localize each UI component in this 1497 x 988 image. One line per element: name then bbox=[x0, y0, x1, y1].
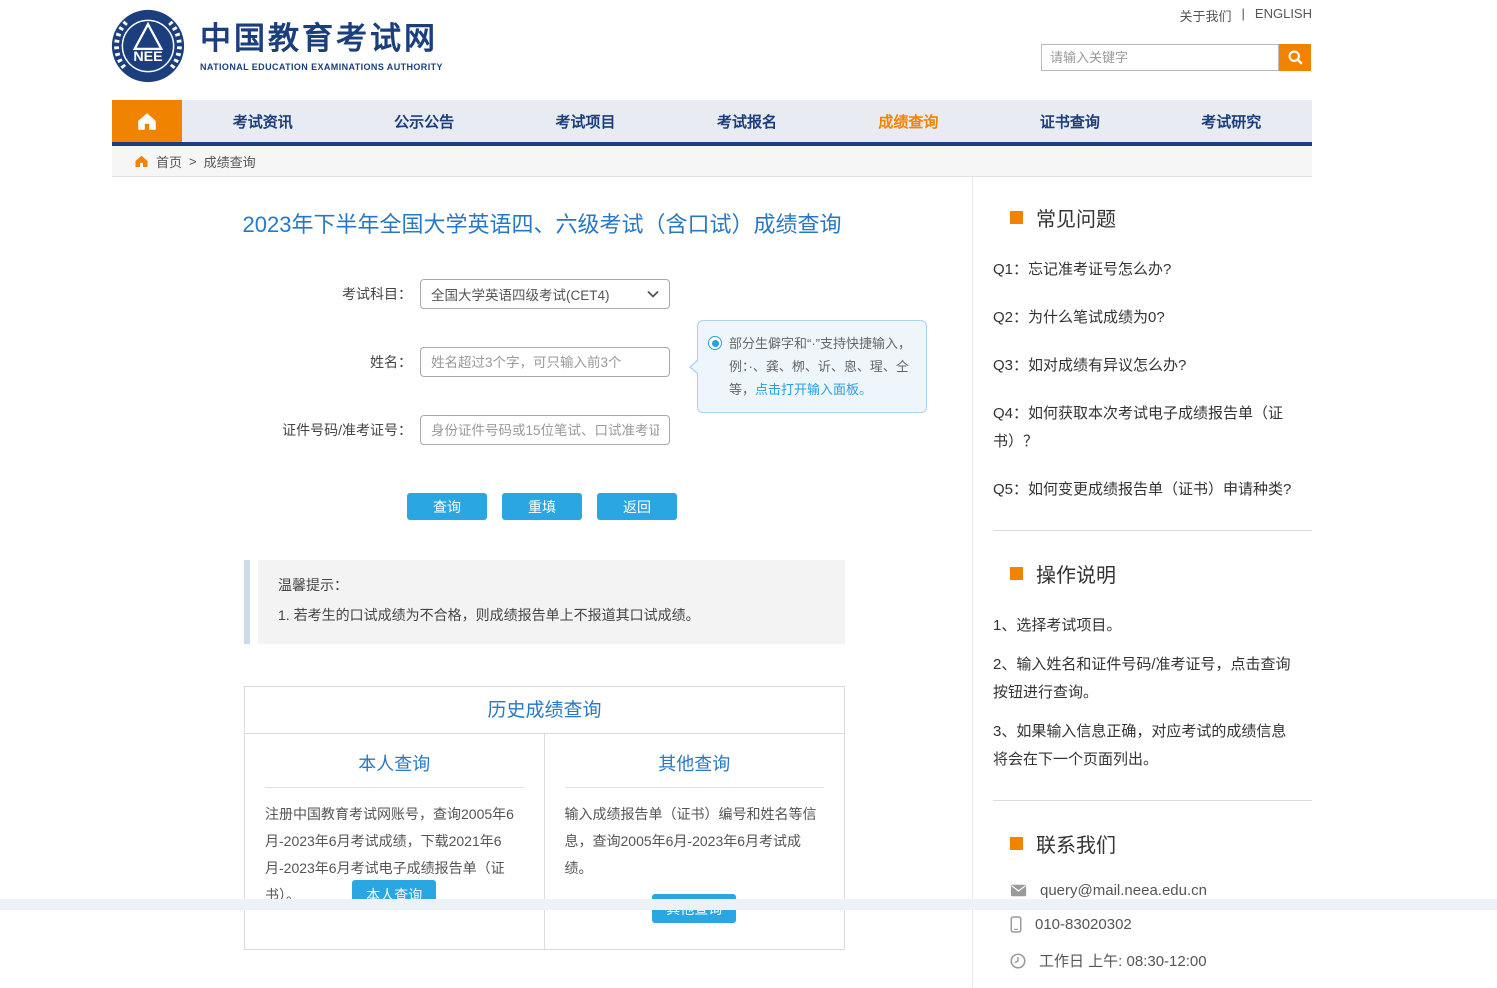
faq-item-q2[interactable]: Q2：为什么笔试成绩为0? bbox=[993, 304, 1292, 332]
search-icon bbox=[1287, 49, 1304, 66]
instructions-section-title: 操作说明 bbox=[973, 559, 1312, 588]
nav-item-exam-news[interactable]: 考试资讯 bbox=[182, 100, 343, 142]
subject-select[interactable]: 全国大学英语四级考试(CET4) bbox=[420, 279, 670, 309]
self-query-title: 本人查询 bbox=[265, 750, 524, 788]
id-label: 证件号码/准考证号： bbox=[112, 420, 420, 440]
clock-icon bbox=[1010, 953, 1026, 969]
nav-item-certificate-query[interactable]: 证书查询 bbox=[989, 100, 1150, 142]
faq-item-q1[interactable]: Q1：忘记准考证号怎么办? bbox=[993, 256, 1292, 284]
form-row-name: 姓名： 部分生僻字和“·”支持快捷输入，例：·、龚、栁、䜣、恖、瑆、仝等，点击打… bbox=[112, 347, 972, 377]
subject-select-value: 全国大学英语四级考试(CET4) bbox=[431, 284, 610, 304]
footer-strip bbox=[0, 899, 1497, 910]
back-button[interactable]: 返回 bbox=[597, 493, 677, 520]
form-row-id: 证件号码/准考证号： bbox=[112, 415, 972, 445]
contact-hours-row: 工作日 上午: 08:30-12:00 bbox=[973, 950, 1312, 971]
contact-phone-row: 010-83020302 bbox=[973, 916, 1312, 933]
neea-emblem-icon: NEE bbox=[110, 8, 186, 84]
nav-home-tab[interactable] bbox=[112, 100, 182, 142]
envelope-icon bbox=[1010, 884, 1027, 897]
contact-email: query@mail.neea.edu.cn bbox=[1040, 882, 1207, 899]
sidebar-divider bbox=[993, 530, 1312, 531]
faq-item-q4[interactable]: Q4：如何获取本次考试电子成绩报告单（证书）？ bbox=[993, 400, 1292, 456]
contact-email-row: query@mail.neea.edu.cn bbox=[973, 882, 1312, 899]
breadcrumb: 首页 > 成绩查询 bbox=[112, 146, 1312, 177]
page-header: NEE 中国教育考试网 NATIONAL EDUCATION EXAMINATI… bbox=[0, 0, 1497, 100]
search-input[interactable] bbox=[1041, 44, 1279, 71]
instructions-title-text: 操作说明 bbox=[1036, 559, 1116, 588]
nav-item-exam-programs[interactable]: 考试项目 bbox=[505, 100, 666, 142]
reset-button[interactable]: 重填 bbox=[502, 493, 582, 520]
contact-hours: 工作日 上午: 08:30-12:00 bbox=[1039, 950, 1207, 971]
open-input-panel-link[interactable]: 点击打开输入面板。 bbox=[755, 382, 872, 397]
english-link[interactable]: ENGLISH bbox=[1255, 6, 1312, 25]
id-input[interactable] bbox=[420, 415, 670, 445]
faq-list: Q1：忘记准考证号怎么办? Q2：为什么笔试成绩为0? Q3：如对成绩有异议怎么… bbox=[973, 256, 1312, 504]
page-title: 2023年下半年全国大学英语四、六级考试（含口试）成绩查询 bbox=[112, 207, 972, 239]
search-button[interactable] bbox=[1279, 44, 1311, 71]
query-button[interactable]: 查询 bbox=[407, 493, 487, 520]
instruction-step-1: 1、选择考试项目。 bbox=[993, 612, 1292, 640]
orange-bullet-icon bbox=[1010, 567, 1023, 580]
main-column: 2023年下半年全国大学英语四、六级考试（含口试）成绩查询 考试科目： 全国大学… bbox=[112, 177, 973, 988]
nav-item-exam-research[interactable]: 考试研究 bbox=[1151, 100, 1312, 142]
main-nav: 考试资讯 公示公告 考试项目 考试报名 成绩查询 证书查询 考试研究 bbox=[112, 100, 1312, 146]
self-query-section: 本人查询 注册中国教育考试网账号，查询2005年6月-2023年6月考试成绩，下… bbox=[245, 734, 545, 949]
form-buttons: 查询 重填 返回 bbox=[112, 493, 972, 520]
name-label: 姓名： bbox=[112, 352, 420, 372]
breadcrumb-separator: > bbox=[189, 154, 197, 169]
warm-tip-box: 温馨提示： 1. 若考生的口试成绩为不合格，则成绩报告单上不报道其口试成绩。 bbox=[244, 560, 845, 644]
content-area: 2023年下半年全国大学英语四、六级考试（含口试）成绩查询 考试科目： 全国大学… bbox=[112, 177, 1312, 988]
chevron-down-icon bbox=[647, 290, 659, 298]
top-links-separator: | bbox=[1242, 6, 1245, 25]
home-icon bbox=[136, 111, 158, 131]
instruction-step-2: 2、输入姓名和证件号码/准考证号，点击查询按钮进行查询。 bbox=[993, 651, 1292, 707]
nav-item-registration[interactable]: 考试报名 bbox=[666, 100, 827, 142]
radio-selected-icon bbox=[708, 336, 722, 350]
contact-section-title: 联系我们 bbox=[973, 829, 1312, 858]
nav-item-announcements[interactable]: 公示公告 bbox=[343, 100, 504, 142]
breadcrumb-home-icon bbox=[134, 154, 149, 168]
orange-bullet-icon bbox=[1010, 837, 1023, 850]
site-title: 中国教育考试网 bbox=[200, 21, 443, 57]
sidebar: 常见问题 Q1：忘记准考证号怎么办? Q2：为什么笔试成绩为0? Q3：如对成绩… bbox=[973, 177, 1312, 988]
tip-item: 1. 若考生的口试成绩为不合格，则成绩报告单上不报道其口试成绩。 bbox=[278, 605, 825, 625]
top-links: 关于我们 | ENGLISH bbox=[1180, 6, 1312, 25]
faq-title-text: 常见问题 bbox=[1036, 203, 1116, 232]
subject-label: 考试科目： bbox=[112, 284, 420, 304]
contact-phone: 010-83020302 bbox=[1035, 916, 1132, 933]
history-title: 历史成绩查询 bbox=[245, 687, 844, 734]
other-query-desc: 输入成绩报告单（证书）编号和姓名等信息，查询2005年6月-2023年6月考试成… bbox=[565, 801, 825, 882]
orange-bullet-icon bbox=[1010, 211, 1023, 224]
breadcrumb-home[interactable]: 首页 bbox=[156, 152, 182, 171]
contact-title-text: 联系我们 bbox=[1036, 829, 1116, 858]
other-query-title: 其他查询 bbox=[565, 750, 825, 788]
breadcrumb-current: 成绩查询 bbox=[204, 152, 256, 171]
sidebar-divider bbox=[993, 800, 1312, 801]
site-logo[interactable]: NEE 中国教育考试网 NATIONAL EDUCATION EXAMINATI… bbox=[110, 8, 443, 84]
faq-item-q5[interactable]: Q5：如何变更成绩报告单（证书）申请种类? bbox=[993, 476, 1292, 504]
other-query-section: 其他查询 输入成绩报告单（证书）编号和姓名等信息，查询2005年6月-2023年… bbox=[545, 734, 845, 949]
about-us-link[interactable]: 关于我们 bbox=[1180, 6, 1232, 25]
nav-item-score-query[interactable]: 成绩查询 bbox=[828, 100, 989, 142]
faq-section-title: 常见问题 bbox=[973, 203, 1312, 232]
svg-text:NEE: NEE bbox=[133, 49, 162, 65]
mobile-phone-icon bbox=[1010, 916, 1022, 933]
form-row-subject: 考试科目： 全国大学英语四级考试(CET4) bbox=[112, 279, 972, 309]
rare-character-tooltip: 部分生僻字和“·”支持快捷输入，例：·、龚、栁、䜣、恖、瑆、仝等，点击打开输入面… bbox=[697, 320, 927, 413]
site-search bbox=[1041, 44, 1311, 71]
history-query-panel: 历史成绩查询 本人查询 注册中国教育考试网账号，查询2005年6月-2023年6… bbox=[244, 686, 845, 950]
instructions-list: 1、选择考试项目。 2、输入姓名和证件号码/准考证号，点击查询按钮进行查询。 3… bbox=[973, 612, 1312, 774]
faq-item-q3[interactable]: Q3：如对成绩有异议怎么办? bbox=[993, 352, 1292, 380]
site-subtitle: NATIONAL EDUCATION EXAMINATIONS AUTHORIT… bbox=[200, 62, 443, 72]
instruction-step-3: 3、如果输入信息正确，对应考试的成绩信息将会在下一个页面列出。 bbox=[993, 718, 1292, 774]
tip-title: 温馨提示： bbox=[278, 575, 825, 595]
name-input[interactable] bbox=[420, 347, 670, 377]
